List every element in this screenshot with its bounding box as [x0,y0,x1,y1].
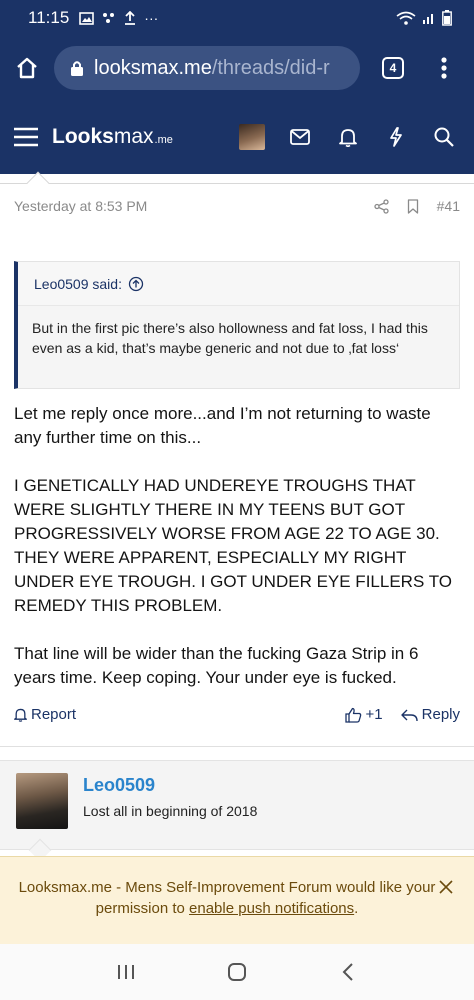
dots-icon [103,13,115,23]
logo-suffix: .me [154,134,173,146]
status-notification-icons: ··· [79,10,158,26]
notice-end: . [354,900,359,917]
search-button[interactable] [420,100,468,174]
back-icon [342,963,354,981]
quote-header[interactable]: Leo0509 said: [18,262,459,306]
envelope-icon [290,129,310,145]
share-icon[interactable] [373,198,389,214]
enable-push-link[interactable]: enable push notifications [189,900,354,917]
user-avatar[interactable] [16,773,68,829]
like-button[interactable]: +1 [344,706,383,723]
bookmark-icon[interactable] [407,198,419,214]
url-host: looksmax.me [94,56,212,79]
post-meta: Yesterday at 8:53 PM #41 [14,198,460,214]
browser-toolbar: looksmax.me/threads/did-r 4 [0,36,474,100]
report-label: Report [31,706,77,723]
tab-switcher-button[interactable]: 4 [366,36,420,100]
hamburger-icon [14,127,38,147]
search-icon [434,127,454,147]
status-bar: 11:15 ··· [0,0,474,36]
back-nav-button[interactable] [328,952,368,992]
username-link[interactable]: Leo0509 [83,775,155,796]
url-path: /threads/did-r [211,56,330,79]
quote-author: Leo0509 said: [34,275,122,292]
quote-block: Leo0509 said: But in the first pic there… [14,261,460,389]
post-divider [0,746,474,747]
notice-close-button[interactable] [436,877,456,897]
like-count: +1 [365,706,383,723]
tab-count: 4 [382,57,404,79]
reply-label: Reply [421,706,460,723]
bell-icon [14,708,27,722]
thumbs-up-icon [344,707,361,723]
post-paragraph: Let me reply once more...and I’m not ret… [14,404,431,447]
notice-text: Looksmax.me - Mens Self-Improvement Foru… [14,877,440,919]
post-paragraph: That line will be wider than the fucking… [14,644,419,687]
more-notifications-icon: ··· [144,10,159,26]
post-content: Let me reply once more...and I’m not ret… [14,402,460,714]
user-title: Lost all in beginning of 2018 [83,803,258,819]
logo-light: max [113,125,154,148]
home-button[interactable] [0,36,54,100]
upload-icon [125,11,136,25]
post-number[interactable]: #41 [437,198,460,214]
system-nav-bar [0,944,474,1000]
bolt-icon [390,127,402,147]
close-icon [439,880,453,894]
recents-icon [117,965,134,979]
account-button[interactable] [228,100,276,174]
avatar [239,124,265,150]
recent-apps-button[interactable] [106,952,146,992]
status-time: 11:15 [28,8,70,27]
inbox-button[interactable] [276,100,324,174]
battery-icon [442,10,452,26]
home-icon [17,57,37,79]
quote-text: But in the first pic there’s also hollow… [32,320,428,356]
site-menu-button[interactable] [0,100,52,174]
address-bar[interactable]: looksmax.me/threads/did-r [54,46,360,90]
browser-menu-button[interactable] [420,36,468,100]
signal-icon [423,14,433,24]
gallery-icon [79,11,95,25]
post-divider [0,183,474,184]
reply-icon [400,709,418,721]
jump-to-quote-icon[interactable] [128,276,144,292]
post-notch [26,171,50,195]
home-circle-icon [227,963,246,981]
wifi-icon [396,11,416,25]
site-logo[interactable]: Looks max .me [52,125,173,149]
lock-icon [71,61,83,76]
whats-new-button[interactable] [372,100,420,174]
more-vertical-icon [441,57,447,79]
push-notification-notice: Looksmax.me - Mens Self-Improvement Foru… [0,856,474,944]
post-actions: Report +1 Reply [14,706,460,723]
post-timestamp[interactable]: Yesterday at 8:53 PM [14,198,147,214]
site-header: Looks max .me [0,100,474,174]
next-post-author: Leo0509 Lost all in beginning of 2018 [0,760,474,850]
post-paragraph: I GENETICALLY HAD UNDEREYE TROUGHS THAT … [14,476,452,615]
bell-icon [339,129,357,147]
reply-button[interactable]: Reply [400,706,460,723]
home-nav-button[interactable] [217,952,257,992]
report-button[interactable]: Report [14,706,76,723]
logo-main: Looks [52,125,114,148]
alerts-button[interactable] [324,100,372,174]
